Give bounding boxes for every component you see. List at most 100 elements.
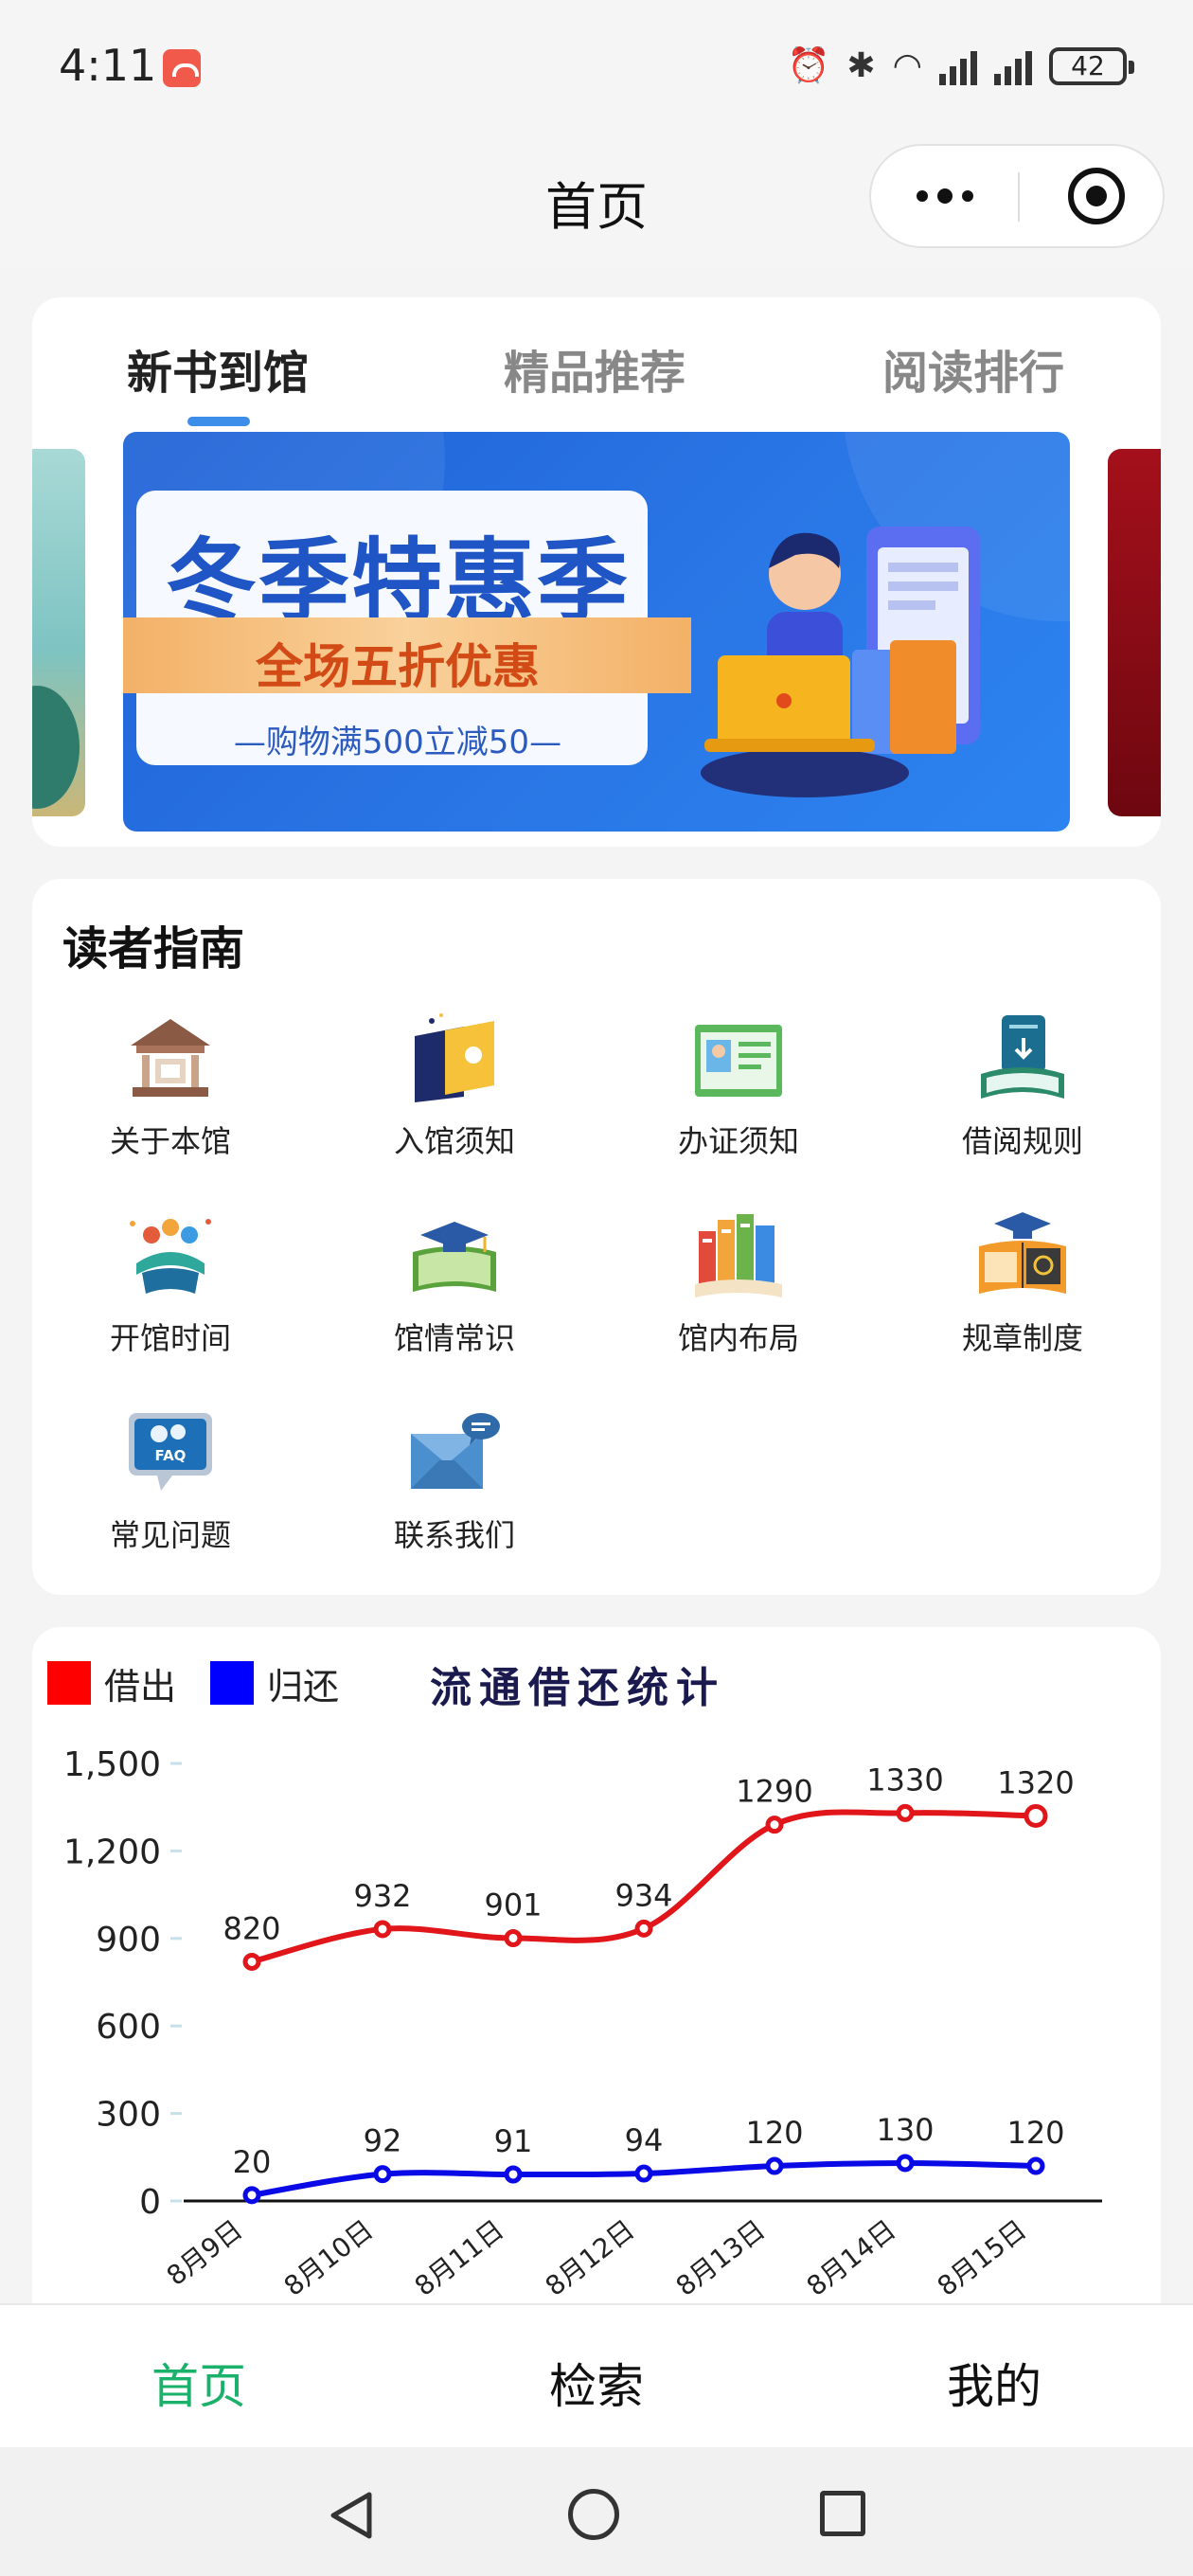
alarm-icon: ⏰ bbox=[787, 46, 830, 85]
guide-label: 关于本馆 bbox=[109, 1123, 231, 1159]
tab-new-books[interactable]: 新书到馆 bbox=[127, 335, 309, 402]
data-point bbox=[1026, 2156, 1045, 2175]
x-tick-label: 8月15日 bbox=[932, 2214, 1033, 2302]
data-point bbox=[765, 1816, 784, 1834]
data-point bbox=[1024, 1803, 1048, 1828]
data-point bbox=[896, 2154, 915, 2173]
faq-icon: FAQ bbox=[129, 1413, 212, 1491]
status-bar: 4:11 ⏰ ✱ ◠ 42 bbox=[0, 0, 1193, 133]
data-label: 1330 bbox=[866, 1762, 943, 1798]
data-label: 901 bbox=[484, 1887, 542, 1923]
library-building-icon bbox=[131, 1019, 210, 1097]
signal-icon bbox=[994, 47, 1032, 85]
x-tick-label: 8月14日 bbox=[801, 2214, 902, 2302]
data-label: 91 bbox=[494, 2123, 533, 2159]
target-icon[interactable] bbox=[1068, 168, 1125, 224]
guide-label: 联系我们 bbox=[393, 1517, 515, 1553]
guide-item-about[interactable]: 关于本馆 bbox=[57, 1011, 284, 1163]
rules-book-icon bbox=[979, 1212, 1066, 1294]
signal-icon bbox=[939, 47, 977, 85]
data-point bbox=[634, 2164, 653, 2183]
data-label: 20 bbox=[233, 2144, 272, 2180]
status-icons: ⏰ ✱ ◠ 42 bbox=[787, 44, 1134, 89]
guide-label: 常见问题 bbox=[109, 1517, 231, 1553]
y-tick-label: 1,200 bbox=[63, 1833, 161, 1871]
banner-note: —购物满500立减50— bbox=[233, 724, 562, 761]
notice-book-icon bbox=[415, 1013, 494, 1102]
data-point bbox=[504, 2165, 523, 2184]
recent-apps-icon[interactable] bbox=[820, 2491, 865, 2536]
data-point bbox=[634, 1919, 653, 1938]
back-icon[interactable] bbox=[326, 2489, 375, 2542]
data-label: 94 bbox=[625, 2122, 664, 2158]
reading-people-icon bbox=[130, 1219, 211, 1294]
reader-guide-card: 读者指南 关于本馆 入馆须知 办证须知 借阅规则 开馆时间 馆情常识 馆内布局 … bbox=[32, 879, 1161, 1595]
carousel-next-slide[interactable] bbox=[1108, 449, 1161, 816]
line-chart: 1,500 1,200 900 600 300 08月9日 8月10日 8月11日 8月12日 8… bbox=[63, 1745, 1102, 2302]
guide-label: 借阅规则 bbox=[961, 1123, 1083, 1159]
y-tick-label: 900 bbox=[96, 1921, 161, 1959]
data-point bbox=[242, 2186, 261, 2205]
home-icon[interactable] bbox=[568, 2489, 619, 2540]
wifi-icon: ◠ bbox=[892, 46, 922, 85]
data-label: 92 bbox=[364, 2123, 402, 2159]
data-label: 1320 bbox=[997, 1764, 1074, 1800]
guide-label: 馆内布局 bbox=[677, 1320, 799, 1356]
tabbar-mine[interactable]: 我的 bbox=[947, 2349, 1042, 2417]
y-tick-label: 0 bbox=[139, 2183, 161, 2222]
status-time: 4:11 bbox=[59, 40, 157, 91]
carousel-prev-slide[interactable] bbox=[32, 449, 85, 816]
guide-item-library-layout[interactable]: 馆内布局 bbox=[625, 1208, 852, 1360]
guide-label: 开馆时间 bbox=[109, 1320, 231, 1356]
y-tick-label: 600 bbox=[96, 2008, 161, 2047]
x-tick-label: 8月12日 bbox=[540, 2214, 641, 2302]
guide-item-rules[interactable]: 规章制度 bbox=[909, 1208, 1136, 1360]
guide-item-borrow-rules[interactable]: 借阅规则 bbox=[909, 1011, 1136, 1163]
guide-item-contact[interactable]: 联系我们 bbox=[341, 1405, 568, 1557]
guide-label: 办证须知 bbox=[677, 1123, 799, 1159]
capsule-divider bbox=[1018, 172, 1020, 222]
y-tick-label: 300 bbox=[96, 2096, 161, 2135]
guide-item-faq[interactable]: FAQ 常见问题 bbox=[57, 1405, 284, 1557]
x-tick-label: 8月9日 bbox=[161, 2214, 249, 2292]
banner-subtitle: 全场五折优惠 bbox=[256, 639, 540, 694]
borrow-book-icon bbox=[981, 1015, 1064, 1099]
data-label: 120 bbox=[1006, 2115, 1064, 2151]
tab-reading-rank[interactable]: 阅读排行 bbox=[882, 335, 1064, 402]
guide-item-library-knowledge[interactable]: 馆情常识 bbox=[341, 1208, 568, 1360]
tabbar-home[interactable]: 首页 bbox=[151, 2349, 246, 2417]
section-title: 读者指南 bbox=[62, 922, 245, 975]
recommend-card: 新书到馆 精品推荐 阅读排行 冬季特惠季 全场五折优惠 —购物满500立减50— bbox=[32, 297, 1161, 847]
battery-icon: 42 bbox=[1049, 47, 1134, 85]
data-point bbox=[373, 2165, 392, 2184]
data-label: 934 bbox=[614, 1877, 672, 1913]
data-point bbox=[765, 2156, 784, 2175]
app-notification-icon bbox=[163, 49, 201, 87]
tab-featured[interactable]: 精品推荐 bbox=[504, 335, 686, 402]
x-tick-label: 8月11日 bbox=[409, 2214, 510, 2302]
guide-item-card-notice[interactable]: 办证须知 bbox=[625, 1011, 852, 1163]
shopping-illustration bbox=[701, 527, 980, 797]
data-point bbox=[373, 1920, 392, 1939]
guide-label: 馆情常识 bbox=[393, 1320, 515, 1356]
promo-banner[interactable]: 冬季特惠季 全场五折优惠 —购物满500立减50— bbox=[123, 432, 1070, 832]
tabbar-search[interactable]: 检索 bbox=[549, 2349, 644, 2417]
svg-text:FAQ: FAQ bbox=[155, 1447, 187, 1464]
books-layout-icon bbox=[695, 1214, 782, 1297]
data-point bbox=[896, 1803, 915, 1822]
x-tick-label: 8月10日 bbox=[278, 2214, 380, 2302]
bottom-tab-bar: 首页 检索 我的 bbox=[0, 2303, 1193, 2447]
id-card-icon bbox=[695, 1025, 782, 1097]
y-tick-label: 1,500 bbox=[63, 1745, 161, 1784]
guide-label: 规章制度 bbox=[961, 1320, 1083, 1356]
data-label: 1290 bbox=[736, 1774, 812, 1810]
guide-item-opening-hours[interactable]: 开馆时间 bbox=[57, 1208, 284, 1360]
guide-item-entry-notice[interactable]: 入馆须知 bbox=[341, 1011, 568, 1163]
data-label: 820 bbox=[223, 1910, 280, 1946]
data-label: 120 bbox=[745, 2115, 803, 2151]
mini-program-capsule bbox=[869, 144, 1165, 248]
more-dots-icon[interactable] bbox=[871, 146, 1018, 246]
data-point bbox=[242, 1952, 261, 1971]
data-label: 130 bbox=[876, 2112, 934, 2148]
data-label: 932 bbox=[353, 1878, 411, 1914]
